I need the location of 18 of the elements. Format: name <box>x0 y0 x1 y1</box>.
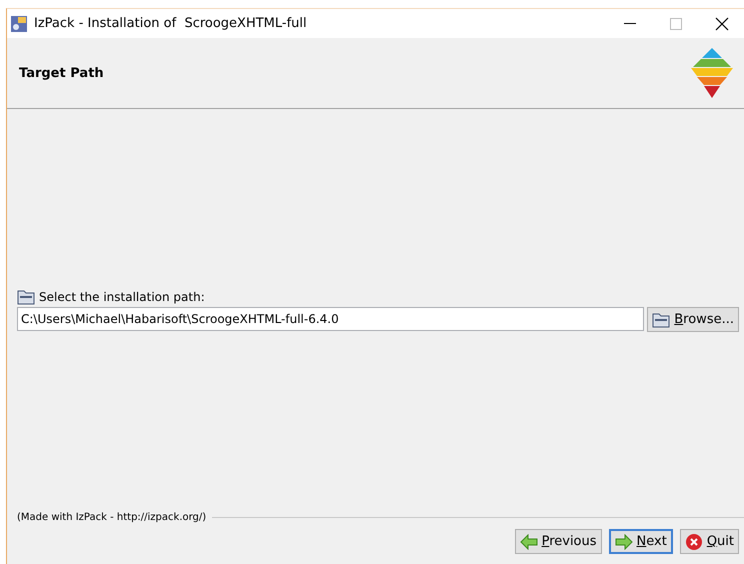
folder-icon <box>17 289 35 305</box>
minimize-icon <box>624 22 636 24</box>
next-button[interactable]: Next <box>608 529 673 554</box>
page-title: Target Path <box>19 66 104 80</box>
previous-button[interactable]: Previous <box>514 529 602 554</box>
browse-button[interactable]: Browse... <box>647 307 739 332</box>
quit-button[interactable]: Quit <box>680 529 739 554</box>
path-field[interactable]: C:\Users\Michael\Habarisoft\ScroogeXHTML-full-6.4.0 <box>17 307 644 331</box>
installer-icon <box>10 14 28 32</box>
close-icon <box>684 532 703 550</box>
window-title: IzPack - Installation of ScroogeXHTML-full <box>34 16 308 31</box>
left-arrow-icon <box>520 534 538 550</box>
path-label: Select the installation path: <box>39 290 205 304</box>
folder-icon <box>652 312 670 328</box>
maximize-icon <box>670 18 682 30</box>
close-icon <box>715 16 729 30</box>
credit-text: (Made with IzPack - http://izpack.org/) <box>17 512 206 523</box>
right-arrow-icon <box>614 534 633 550</box>
